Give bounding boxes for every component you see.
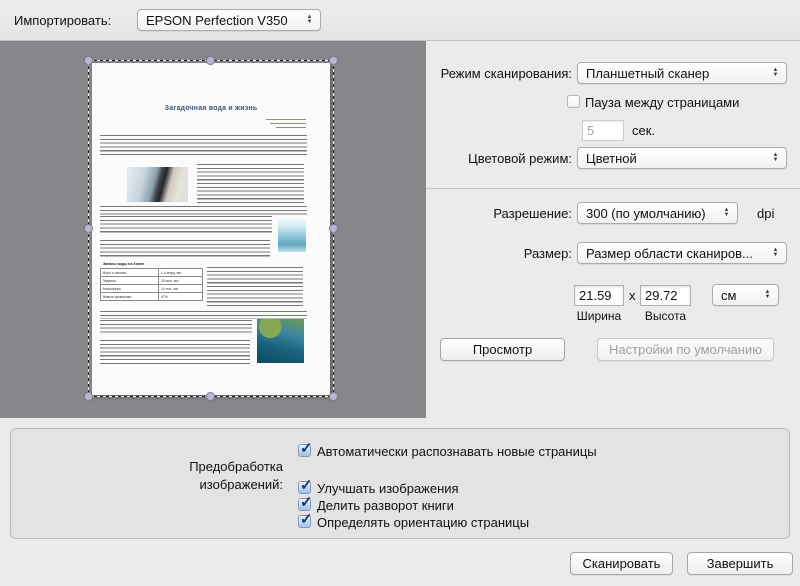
popup-arrows-icon: ▲▼ — [302, 15, 320, 25]
popup-arrows-icon: ▲▼ — [768, 248, 786, 258]
preprocess-label-line1: Предобработка — [189, 459, 283, 474]
scan-mode-label: Режим сканирования: — [441, 66, 572, 81]
split-book-spread-label: Делить разворот книги — [317, 498, 454, 513]
selection-handle-top-left[interactable] — [84, 56, 93, 65]
import-label: Импортировать: — [14, 13, 111, 28]
selection-handle-mid-left[interactable] — [84, 224, 93, 233]
width-field[interactable] — [574, 285, 624, 306]
color-mode-popup[interactable]: Цветной ▲▼ — [577, 147, 787, 169]
table-cell: 30 млн. км³ — [159, 277, 203, 285]
scanned-page-preview: Загадочная вода и жизнь Запасы воды на З… — [92, 63, 330, 395]
popup-arrows-icon: ▲▼ — [760, 290, 778, 300]
table-row: Моря и океаны 1,4 млрд. км³ — [101, 269, 203, 277]
size-value: Размер области сканиров... — [578, 246, 768, 261]
toolbar: Импортировать: EPSON Perfection V350 ▲▼ — [0, 0, 800, 41]
device-popup-value: EPSON Perfection V350 — [138, 13, 302, 28]
table-cell: Ледники — [101, 277, 159, 285]
auto-detect-pages-checkbox[interactable] — [298, 444, 311, 457]
detect-orientation-label: Определять ориентацию страницы — [317, 515, 529, 530]
popup-arrows-icon: ▲▼ — [768, 68, 786, 78]
paragraph-block — [100, 216, 272, 233]
paragraph-block — [100, 135, 307, 158]
height-field[interactable] — [640, 285, 691, 306]
table-cell: 67% — [159, 293, 203, 301]
table-cell: Живые организмы — [101, 293, 159, 301]
unit-popup[interactable]: см ▲▼ — [712, 284, 779, 306]
scan-mode-value: Планшетный сканер — [578, 66, 768, 81]
water-reserves-table: Моря и океаны 1,4 млрд. км³ Ледники 30 м… — [100, 268, 203, 301]
table-cell: Атмосфера — [101, 285, 159, 293]
selection-handle-bottom-left[interactable] — [84, 392, 93, 401]
pause-checkbox[interactable] — [567, 95, 580, 108]
seconds-label: сек. — [632, 123, 655, 138]
resolution-value: 300 (по умолчанию) — [578, 206, 719, 221]
table-cell: 1,4 млрд. км³ — [159, 269, 203, 277]
height-caption: Высота — [640, 309, 691, 323]
dimensions-x-separator: x — [629, 288, 636, 303]
selection-handle-top-mid[interactable] — [206, 56, 215, 65]
selection-handle-bottom-mid[interactable] — [206, 392, 215, 401]
pause-checkbox-label: Пауза между страницами — [585, 95, 739, 110]
paragraph-block — [100, 320, 252, 335]
table-row: Живые организмы 67% — [101, 293, 203, 301]
popup-arrows-icon: ▲▼ — [719, 208, 737, 218]
selection-handle-mid-right[interactable] — [329, 224, 338, 233]
preprocess-label-line2: изображений: — [200, 477, 283, 492]
size-popup[interactable]: Размер области сканиров... ▲▼ — [577, 242, 787, 264]
paragraph-block — [100, 311, 307, 319]
paragraph-block — [100, 206, 307, 215]
resolution-label: Разрешение: — [493, 206, 572, 221]
defaults-button[interactable]: Настройки по умолчанию — [597, 338, 774, 361]
epigraph-line — [276, 127, 306, 128]
size-label: Размер: — [524, 246, 572, 261]
water-glass-photo — [278, 217, 306, 252]
table-row: Атмосфера 14 тыс. км³ — [101, 285, 203, 293]
dpi-label: dpi — [757, 206, 774, 221]
device-popup[interactable]: EPSON Perfection V350 ▲▼ — [137, 9, 321, 31]
table-heading: Запасы воды на Земле — [103, 262, 144, 266]
paragraph-block — [197, 164, 304, 203]
detect-orientation-checkbox[interactable] — [298, 515, 311, 528]
width-caption: Ширина — [574, 309, 624, 323]
enhance-images-label: Улучшать изображения — [317, 481, 459, 496]
leaves-water-photo — [257, 319, 304, 363]
table-cell: Моря и океаны — [101, 269, 159, 277]
auto-detect-pages-label: Автоматически распознавать новые страниц… — [317, 444, 597, 459]
selection-handle-bottom-right[interactable] — [329, 392, 338, 401]
resolution-popup[interactable]: 300 (по умолчанию) ▲▼ — [577, 202, 738, 224]
popup-arrows-icon: ▲▼ — [768, 153, 786, 163]
selection-handle-top-right[interactable] — [329, 56, 338, 65]
scanner-import-window: Импортировать: EPSON Perfection V350 ▲▼ … — [0, 0, 800, 586]
paragraph-block — [100, 240, 270, 257]
unit-value: см — [713, 288, 760, 303]
color-mode-value: Цветной — [578, 151, 768, 166]
epigraph-line — [266, 119, 306, 120]
table-row: Ледники 30 млн. км³ — [101, 277, 203, 285]
scan-button[interactable]: Сканировать — [570, 552, 673, 575]
finish-button[interactable]: Завершить — [687, 552, 793, 575]
preview-canvas[interactable]: Загадочная вода и жизнь Запасы воды на З… — [0, 41, 426, 418]
paragraph-block — [207, 267, 303, 308]
color-mode-label: Цветовой режим: — [468, 151, 572, 166]
pause-seconds-field[interactable] — [582, 120, 624, 141]
table-cell: 14 тыс. км³ — [159, 285, 203, 293]
document-title: Загадочная вода и жизнь — [92, 105, 330, 112]
paragraph-block — [100, 340, 250, 365]
epigraph-line — [270, 123, 306, 124]
lab-photo — [127, 167, 188, 202]
panel-separator — [426, 188, 800, 189]
preview-button[interactable]: Просмотр — [440, 338, 565, 361]
scan-mode-popup[interactable]: Планшетный сканер ▲▼ — [577, 62, 787, 84]
